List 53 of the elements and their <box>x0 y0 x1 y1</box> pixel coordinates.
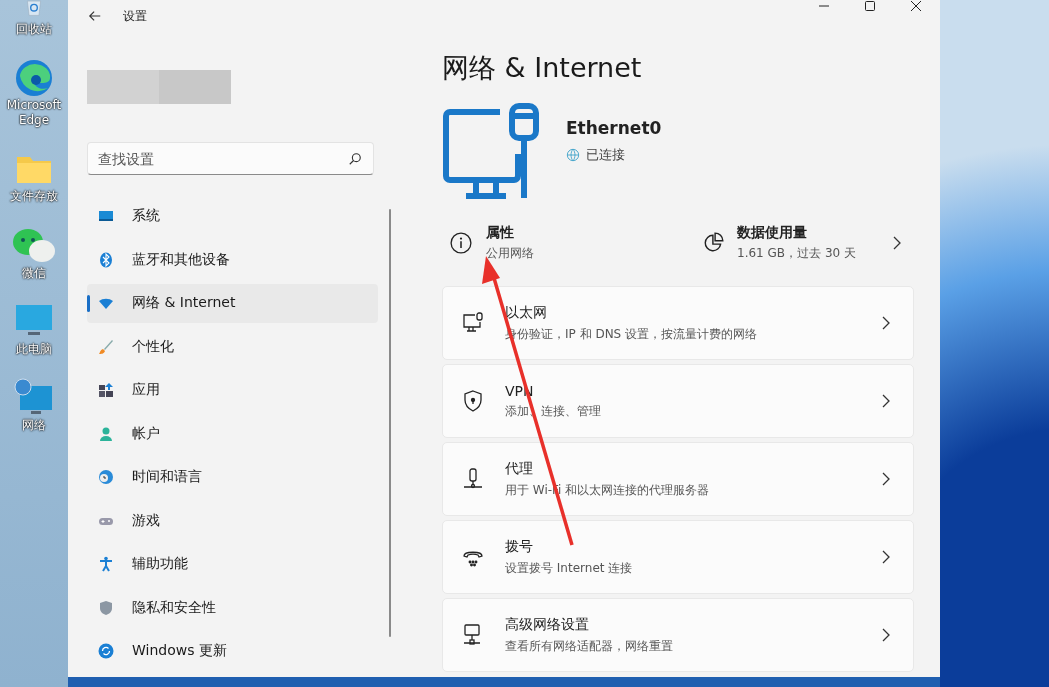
pie-chart-icon <box>703 232 726 254</box>
accessibility-icon <box>98 556 114 573</box>
sidebar-item[interactable]: 蓝牙和其他设备 <box>87 240 378 279</box>
back-arrow-icon[interactable] <box>88 9 102 23</box>
user-name-placeholder <box>159 70 231 104</box>
close-icon[interactable] <box>910 0 922 12</box>
sidebar-item[interactable]: 系统 <box>87 197 378 236</box>
user-avatar-placeholder <box>87 70 159 104</box>
chevron-right-icon <box>881 315 891 331</box>
sidebar-item[interactable]: Windows 更新 <box>87 632 378 671</box>
refresh-icon <box>98 643 114 660</box>
sidebar-item[interactable]: 应用 <box>87 371 378 410</box>
connection-status: 已连接 <box>586 146 625 164</box>
proxy-device-icon <box>461 467 485 491</box>
desktop-icon-label: 微信 <box>22 265 46 280</box>
sidebar-item[interactable]: 帐户 <box>87 414 378 453</box>
properties-link[interactable]: 属性 公用网络 <box>442 224 534 262</box>
apps-icon <box>98 382 114 399</box>
maximize-icon[interactable] <box>864 0 876 12</box>
sidebar-item[interactable]: 时间和语言 <box>87 458 378 497</box>
desktop-icon-label: 网络 <box>22 418 46 433</box>
shield-lock-icon <box>461 389 485 413</box>
desktop-icon-label: Microsoft Edge <box>5 98 63 128</box>
chevron-right-icon <box>881 627 891 643</box>
connection-name: Ethernet0 <box>566 118 662 138</box>
window-title: 设置 <box>123 7 147 25</box>
wired-computer-icon <box>442 102 542 202</box>
chevron-right-icon <box>881 471 891 487</box>
settings-card[interactable]: 高级网络设置 查看所有网络适配器，网络重置 <box>442 598 914 672</box>
info-icon <box>450 232 472 254</box>
sidebar-item[interactable]: 网络 & Internet <box>87 284 378 323</box>
computer-cable-icon <box>461 311 485 335</box>
desktop-icon-label: 回收站 <box>16 22 52 37</box>
chevron-right-icon <box>881 393 891 409</box>
sidebar-item[interactable]: 个性化 <box>87 327 378 366</box>
data-usage-link[interactable]: 数据使用量 1.61 GB，过去 30 天 <box>695 224 914 262</box>
page-title: 网络 & Internet <box>442 51 643 85</box>
sidebar-item[interactable]: 游戏 <box>87 501 378 540</box>
search-icon <box>348 152 362 166</box>
settings-card[interactable]: 拨号 设置拨号 Internet 连接 <box>442 520 914 594</box>
desktop-icon-label: 此电脑 <box>16 341 52 357</box>
clock-globe-icon <box>98 469 114 486</box>
chevron-right-icon <box>892 235 902 251</box>
sidebar-item[interactable]: 隐私和安全性 <box>87 588 378 627</box>
desktop-icon-label: 文件存放 <box>10 189 58 204</box>
person-icon <box>98 425 114 442</box>
brush-icon <box>98 338 114 355</box>
bluetooth-icon <box>98 251 114 268</box>
sidebar-item[interactable]: 辅助功能 <box>87 545 378 584</box>
chevron-right-icon <box>881 549 891 565</box>
globe-icon <box>566 148 580 162</box>
shield-icon <box>98 599 114 616</box>
search-field[interactable]: 查找设置 <box>87 142 374 175</box>
